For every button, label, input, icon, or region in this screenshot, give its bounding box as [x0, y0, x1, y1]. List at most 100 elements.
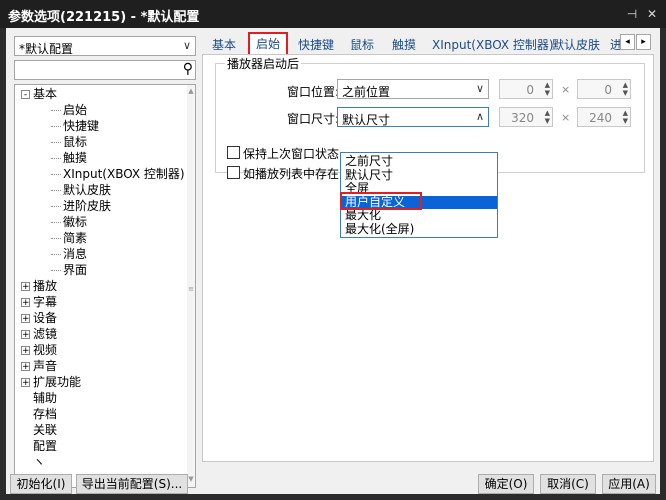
tab-2[interactable]: 快捷键	[298, 36, 334, 54]
tree-item[interactable]: 进阶皮肤	[51, 198, 111, 214]
client-area: *默认配置 ∨ ⚲ - 基本 启始 快捷键 鼠标 触摸 XInput(XBOX 控制器) 默认…	[6, 28, 660, 494]
options-window: 参数选项(221215) - *默认配置 ⊣ ✕ *默认配置 ∨ ⚲ - 基本 启始…	[0, 0, 666, 500]
tab-scroll-left[interactable]: ◂	[620, 34, 635, 50]
tree-item-label: 视频	[33, 343, 58, 357]
spinner-arrows-icon: ▲ ▼	[622, 81, 628, 97]
tree-item-label: 界面	[63, 263, 88, 277]
dropdown-option[interactable]: 最大化	[341, 209, 497, 222]
init-button[interactable]: 初始化(I)	[10, 474, 72, 494]
position-x-value: 0	[526, 83, 534, 97]
tree-item-label: 基本	[33, 87, 58, 101]
tree-item[interactable]: 默认皮肤	[51, 182, 111, 198]
tab-4[interactable]: 触摸	[392, 36, 416, 54]
expand-icon[interactable]: +	[21, 314, 30, 324]
tree-item[interactable]: + 扩展功能	[21, 374, 81, 390]
tree-item[interactable]: - 基本	[21, 86, 57, 102]
tree-item[interactable]: + 播放	[21, 278, 57, 294]
tree-item[interactable]: + 字幕	[21, 294, 57, 310]
search-icon[interactable]: ⚲	[183, 61, 193, 77]
title-bar: 参数选项(221215) - *默认配置 ⊣ ✕	[0, 0, 666, 28]
tree-item[interactable]: 界面	[51, 262, 87, 278]
position-x-spinner[interactable]: 0 ▲ ▼	[499, 79, 553, 99]
spinner-arrows-icon: ▲ ▼	[622, 109, 628, 125]
profile-select-value: *默认配置	[19, 42, 74, 56]
tree-item-label: 扩展功能	[33, 375, 82, 389]
tree-item[interactable]: 消息	[51, 246, 87, 262]
tree-item[interactable]: 简素	[51, 230, 87, 246]
pin-icon[interactable]: ⊣	[624, 6, 640, 22]
expand-icon[interactable]: +	[21, 298, 30, 308]
size-height-value: 240	[589, 111, 612, 125]
ok-button[interactable]: 确定(O)	[478, 474, 534, 494]
tree-item-label: 触摸	[63, 151, 88, 165]
tree-item[interactable]: 快捷键	[51, 118, 99, 134]
dropdown-option[interactable]: 默认尺寸	[341, 168, 497, 182]
tab-6[interactable]: 默认皮肤	[552, 36, 600, 54]
tree-item[interactable]: 触摸	[51, 150, 87, 166]
expand-icon[interactable]: +	[21, 330, 30, 340]
spinner-arrows-icon: ▲ ▼	[544, 81, 550, 97]
tree-item[interactable]: 启始	[51, 102, 87, 118]
expand-icon[interactable]: +	[21, 362, 30, 372]
tree-item-label: ヽ	[33, 455, 46, 469]
profile-select[interactable]: *默认配置 ∨	[14, 36, 196, 56]
cancel-button[interactable]: 取消(C)	[540, 474, 596, 494]
tree-scrollbar[interactable]: ▲ ≡ ▼	[187, 85, 195, 487]
close-icon[interactable]: ✕	[644, 6, 660, 22]
tab-5[interactable]: XInput(XBOX 控制器)	[432, 36, 554, 54]
times-sign: ×	[561, 111, 571, 124]
chevron-down-icon: ∨	[475, 82, 484, 95]
tree-item-label: 徽标	[63, 215, 88, 229]
checkbox-icon	[227, 166, 240, 179]
position-y-value: 0	[604, 83, 612, 97]
settings-tree[interactable]: - 基本 启始 快捷键 鼠标 触摸 XInput(XBOX 控制器) 默认皮肤 进阶皮肤徽标简素…	[14, 84, 196, 488]
keep-window-state-label: 保持上次窗口状态	[243, 147, 340, 161]
tree-item-label: 进阶皮肤	[63, 199, 112, 213]
tree-item[interactable]: 辅助	[21, 390, 57, 406]
chevron-up-icon: ∧	[475, 110, 484, 123]
tree-item[interactable]: 配置	[21, 438, 57, 454]
tree-item[interactable]: XInput(XBOX 控制器)	[51, 166, 185, 182]
export-config-button[interactable]: 导出当前配置(S)...	[76, 474, 188, 494]
position-select[interactable]: 之前位置 ∨	[337, 79, 489, 99]
tree-item-label: 启始	[63, 103, 88, 117]
tree-item[interactable]: + 视频	[21, 342, 57, 358]
tab-3[interactable]: 鼠标	[350, 36, 374, 54]
spinner-arrows-icon: ▲ ▼	[544, 109, 550, 125]
dropdown-option[interactable]: 最大化(全屏)	[341, 222, 497, 236]
tree-item[interactable]: 关联	[21, 422, 57, 438]
tree-item[interactable]: + 声音	[21, 358, 57, 374]
expand-icon[interactable]: +	[21, 282, 30, 292]
size-height-spinner[interactable]: 240 ▲ ▼	[577, 107, 631, 127]
tree-item[interactable]: + 滤镜	[21, 326, 57, 342]
playlist-exists-checkbox[interactable]: 如播放列表中存在	[227, 165, 339, 182]
tree-item-label: 存档	[33, 407, 58, 421]
search-input[interactable]: ⚲	[14, 60, 196, 80]
expand-icon[interactable]: +	[21, 378, 30, 388]
size-select[interactable]: 默认尺寸 ∧	[337, 107, 489, 127]
window-title: 参数选项(221215) - *默认配置	[8, 10, 200, 25]
size-width-spinner[interactable]: 320 ▲ ▼	[499, 107, 553, 127]
tree-item-label: 关联	[33, 423, 58, 437]
position-y-spinner[interactable]: 0 ▲ ▼	[577, 79, 631, 99]
size-label: 窗口尺寸:	[287, 112, 340, 126]
tree-item[interactable]: 鼠标	[51, 134, 87, 150]
tree-item-label: 配置	[33, 439, 58, 453]
collapse-icon[interactable]: -	[21, 90, 30, 100]
tree-item[interactable]: 存档	[21, 406, 57, 422]
chevron-down-icon: ∨	[182, 39, 191, 52]
expand-icon[interactable]: +	[21, 346, 30, 356]
size-select-value: 默认尺寸	[342, 113, 391, 127]
tree-item[interactable]: + 设备	[21, 310, 57, 326]
keep-window-state-checkbox[interactable]: 保持上次窗口状态	[227, 145, 339, 162]
apply-button[interactable]: 应用(A)	[602, 474, 656, 494]
playlist-exists-label: 如播放列表中存在	[243, 167, 340, 181]
tree-item[interactable]: ヽ	[21, 454, 45, 470]
dropdown-option[interactable]: 之前尺寸	[341, 155, 497, 168]
tree-item[interactable]: 徽标	[51, 214, 87, 230]
tree-item-label: 简素	[63, 231, 88, 245]
tab-scroll-right[interactable]: ▸	[636, 34, 651, 50]
size-width-value: 320	[511, 111, 534, 125]
tree-item-label: 播放	[33, 279, 58, 293]
tab-0[interactable]: 基本	[212, 36, 236, 54]
